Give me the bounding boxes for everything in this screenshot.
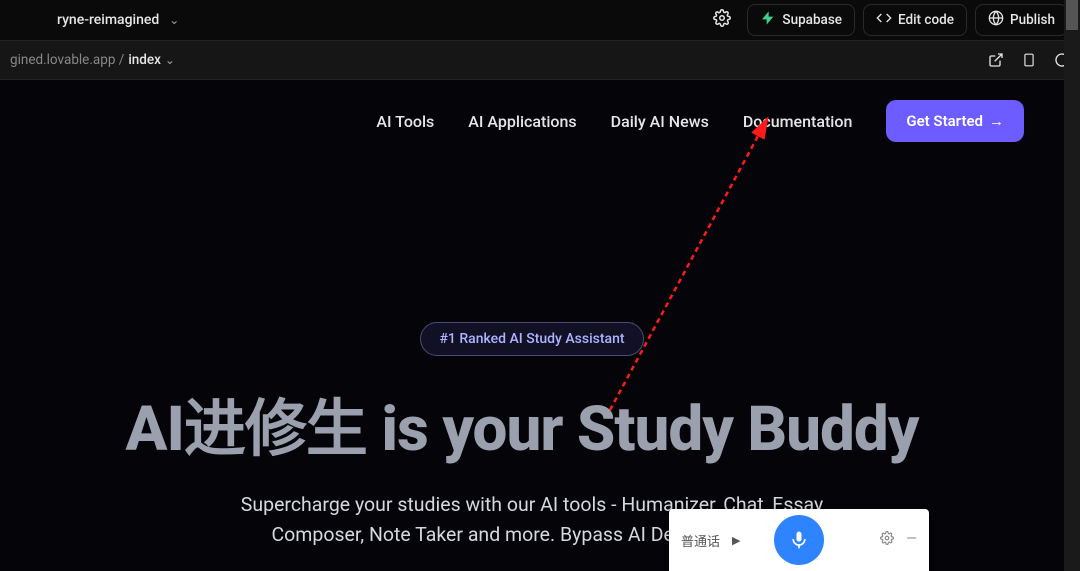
arrow-right-icon: → (989, 112, 1004, 130)
get-started-label: Get Started (906, 112, 983, 130)
project-switcher[interactable]: ryne-reimagined ⌄ (12, 12, 179, 28)
code-icon (876, 10, 892, 30)
publish-button[interactable]: Publish (975, 4, 1068, 36)
scrollbar-thumb[interactable] (1066, 0, 1078, 30)
mic-button[interactable] (774, 515, 824, 565)
ime-language[interactable]: 普通话 (681, 531, 720, 550)
site-nav: AI Tools AI Applications Daily AI News D… (0, 80, 1064, 142)
outer-scrollbar[interactable] (1064, 0, 1080, 571)
supabase-bolt-icon (760, 10, 776, 30)
preview-viewport[interactable]: AI Tools AI Applications Daily AI News D… (0, 80, 1064, 571)
chevron-down-icon: ⌄ (165, 53, 175, 67)
ime-settings-button[interactable] (880, 531, 894, 549)
ime-minimize-button[interactable]: — (906, 531, 917, 549)
chevron-down-icon: ⌄ (169, 13, 179, 27)
globe-icon (988, 10, 1004, 30)
nav-ai-tools[interactable]: AI Tools (376, 112, 434, 131)
supabase-label: Supabase (782, 12, 842, 28)
edit-code-label: Edit code (898, 12, 954, 28)
supabase-button[interactable]: Supabase (747, 4, 855, 36)
edit-code-button[interactable]: Edit code (863, 4, 967, 36)
microphone-icon (789, 530, 809, 550)
topbar-actions: Supabase Edit code Publish (705, 4, 1068, 36)
preview-url[interactable]: gined.lovable.app / index ⌄ (10, 52, 175, 68)
hero-badge: #1 Ranked AI Study Assistant (420, 322, 643, 356)
get-started-button[interactable]: Get Started → (886, 100, 1024, 142)
url-host: gined.lovable.app / (10, 52, 124, 68)
hero-title: AI进修生 is your Study Buddy (0, 378, 1064, 468)
device-toggle-button[interactable] (1022, 51, 1036, 69)
open-external-button[interactable] (988, 52, 1004, 68)
play-icon[interactable]: ▶ (732, 534, 740, 547)
preview-controls (988, 51, 1070, 69)
nav-ai-applications[interactable]: AI Applications (468, 112, 576, 131)
project-name: ryne-reimagined (57, 12, 159, 28)
gear-icon (713, 9, 731, 31)
preview-urlbar: gined.lovable.app / index ⌄ (0, 40, 1080, 80)
ime-widget[interactable]: 普通话 ▶ — (669, 509, 929, 571)
preview-wrap: AI Tools AI Applications Daily AI News D… (0, 80, 1080, 571)
nav-daily-news[interactable]: Daily AI News (611, 112, 709, 131)
publish-label: Publish (1010, 12, 1055, 28)
nav-documentation[interactable]: Documentation (743, 112, 853, 131)
gear-icon (880, 531, 894, 545)
app-topbar: ryne-reimagined ⌄ Supabase Edit code Pub… (0, 0, 1080, 40)
settings-button[interactable] (705, 5, 739, 35)
hero-section: #1 Ranked AI Study Assistant AI进修生 is yo… (0, 142, 1064, 550)
url-path: index (128, 52, 161, 68)
